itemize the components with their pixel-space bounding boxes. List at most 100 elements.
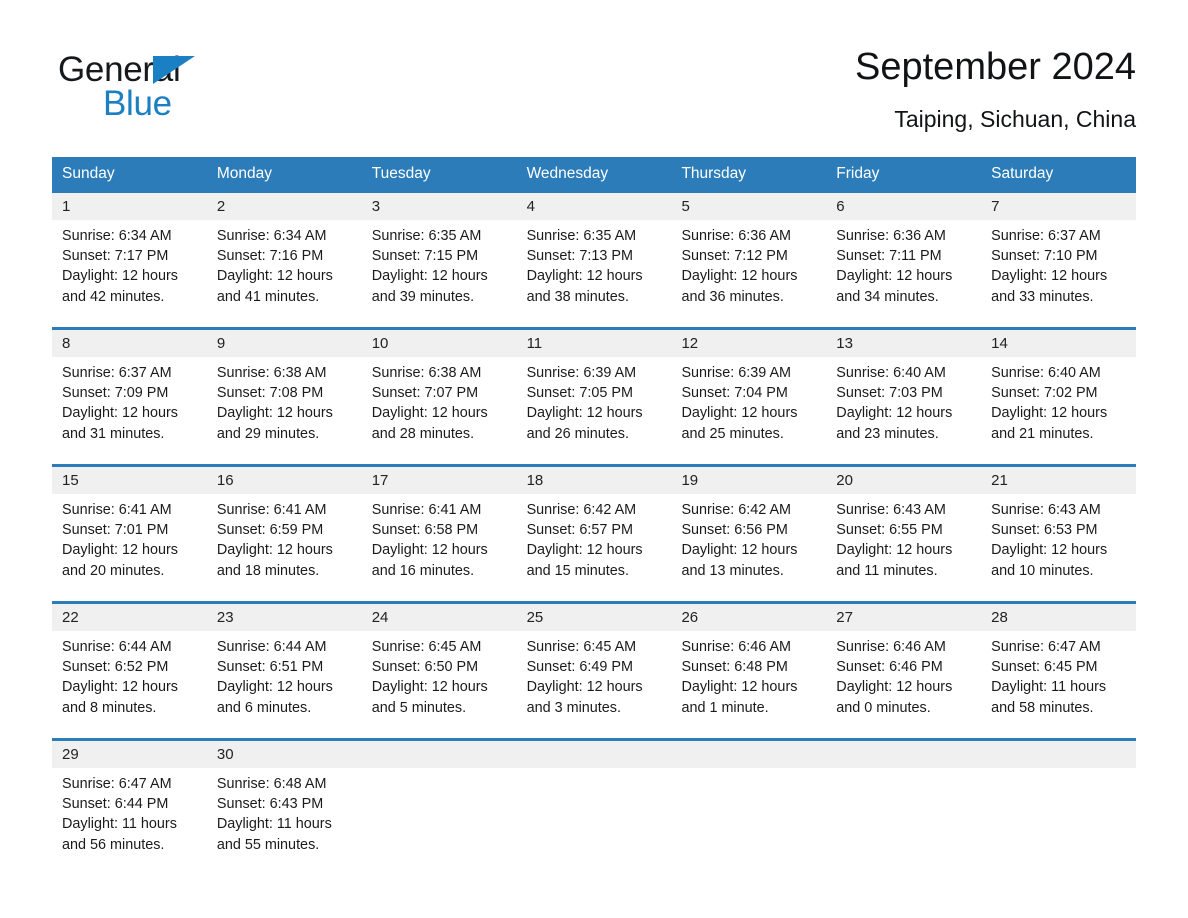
sunset-text: Sunset: 7:11 PM — [836, 248, 942, 265]
week-day-numbers: 22 23 24 25 26 27 28 — [52, 604, 1136, 631]
calendar-week-row: 29 30 Sunrise: 6:47 AM Sunset: 6:44 PM D… — [52, 738, 1136, 868]
sunrise-text: Sunrise: 6:40 AM — [836, 365, 946, 381]
daylight-text: Daylight: 12 hours and 23 minutes. — [836, 405, 953, 442]
day-cell: Sunrise: 6:42 AM Sunset: 6:56 PM Dayligh… — [671, 494, 826, 601]
day-number[interactable]: 16 — [207, 467, 362, 494]
day-number[interactable]: 27 — [826, 604, 981, 631]
day-number[interactable]: 23 — [207, 604, 362, 631]
day-number[interactable]: 21 — [981, 467, 1136, 494]
daylight-text: Daylight: 12 hours and 16 minutes. — [371, 542, 488, 579]
day-number[interactable]: 17 — [362, 467, 517, 494]
daylight-text: Daylight: 12 hours and 42 minutes. — [62, 268, 178, 305]
day-cell: Sunrise: 6:48 AM Sunset: 6:43 PM Dayligh… — [207, 768, 362, 868]
daylight-text: Daylight: 12 hours and 5 minutes. — [371, 679, 488, 716]
week-day-numbers: 1 2 3 4 5 6 7 — [52, 193, 1136, 220]
day-cell: Sunrise: 6:41 AM Sunset: 7:01 PM Dayligh… — [52, 494, 207, 601]
day-number[interactable]: 11 — [517, 330, 672, 357]
day-cell: Sunrise: 6:36 AM Sunset: 7:11 PM Dayligh… — [826, 220, 981, 327]
day-number[interactable]: 7 — [981, 193, 1136, 220]
sunset-text: Sunset: 6:56 PM — [681, 522, 788, 539]
day-number[interactable]: 24 — [362, 604, 517, 631]
daylight-text: Daylight: 12 hours and 20 minutes. — [62, 542, 178, 579]
day-number[interactable]: 12 — [671, 330, 826, 357]
daylight-text: Daylight: 12 hours and 28 minutes. — [371, 405, 488, 442]
day-number[interactable]: 28 — [981, 604, 1136, 631]
sunset-text: Sunset: 7:05 PM — [526, 385, 633, 402]
daylight-text: Daylight: 12 hours and 26 minutes. — [526, 405, 643, 442]
day-number[interactable]: 4 — [517, 193, 672, 220]
day-number[interactable]: 6 — [826, 193, 981, 220]
weekday-header-wednesday: Wednesday — [526, 165, 609, 182]
day-number-empty — [981, 741, 1136, 768]
day-number[interactable]: 18 — [517, 467, 672, 494]
daylight-text: Daylight: 12 hours and 36 minutes. — [681, 268, 798, 305]
logo-triangle-icon — [153, 56, 195, 84]
day-number[interactable]: 8 — [52, 330, 207, 357]
day-cell: Sunrise: 6:38 AM Sunset: 7:08 PM Dayligh… — [207, 357, 362, 464]
daylight-text: Daylight: 12 hours and 29 minutes. — [216, 405, 333, 442]
sunrise-text: Sunrise: 6:41 AM — [371, 502, 482, 518]
page-title: September 2024 — [855, 46, 1136, 88]
daylight-text: Daylight: 12 hours and 8 minutes. — [62, 679, 178, 716]
day-cell-empty — [981, 768, 1136, 868]
day-number[interactable]: 20 — [826, 467, 981, 494]
day-number[interactable]: 19 — [671, 467, 826, 494]
sunset-text: Sunset: 6:45 PM — [991, 659, 1098, 676]
day-number[interactable]: 10 — [362, 330, 517, 357]
day-cell: Sunrise: 6:41 AM Sunset: 6:58 PM Dayligh… — [362, 494, 517, 601]
sunset-text: Sunset: 7:07 PM — [371, 385, 479, 402]
weekday-header-row: Sunday Monday Tuesday Wednesday Thursday… — [52, 157, 1136, 190]
day-number-empty — [362, 741, 517, 768]
daylight-text: Daylight: 12 hours and 41 minutes. — [216, 268, 333, 305]
sunrise-text: Sunrise: 6:47 AM — [62, 776, 172, 792]
daylight-text: Daylight: 12 hours and 15 minutes. — [526, 542, 643, 579]
page-header: General Blue September 2024 Taiping, Sic… — [0, 0, 1188, 132]
sunrise-text: Sunrise: 6:38 AM — [216, 365, 327, 381]
daylight-text: Daylight: 11 hours and 56 minutes. — [62, 816, 177, 853]
day-number[interactable]: 1 — [52, 193, 207, 220]
day-number[interactable]: 13 — [826, 330, 981, 357]
day-number[interactable]: 30 — [207, 741, 362, 768]
sunset-text: Sunset: 6:58 PM — [371, 522, 479, 539]
sunrise-text: Sunrise: 6:41 AM — [216, 502, 327, 518]
sunset-text: Sunset: 7:16 PM — [216, 248, 324, 265]
day-cell: Sunrise: 6:39 AM Sunset: 7:04 PM Dayligh… — [671, 357, 826, 464]
sunrise-text: Sunrise: 6:44 AM — [216, 639, 327, 655]
day-number[interactable]: 5 — [671, 193, 826, 220]
sunrise-text: Sunrise: 6:44 AM — [62, 639, 172, 655]
daylight-text: Daylight: 12 hours and 0 minutes. — [836, 679, 953, 716]
day-cell: Sunrise: 6:37 AM Sunset: 7:10 PM Dayligh… — [981, 220, 1136, 327]
day-number[interactable]: 29 — [52, 741, 207, 768]
sunrise-text: Sunrise: 6:37 AM — [62, 365, 172, 381]
sunrise-text: Sunrise: 6:47 AM — [991, 639, 1101, 655]
sunset-text: Sunset: 6:55 PM — [836, 522, 943, 539]
daylight-text: Daylight: 12 hours and 34 minutes. — [836, 268, 953, 305]
day-number[interactable]: 2 — [207, 193, 362, 220]
day-cell: Sunrise: 6:47 AM Sunset: 6:45 PM Dayligh… — [981, 631, 1136, 738]
sunrise-text: Sunrise: 6:36 AM — [836, 228, 946, 244]
sunset-text: Sunset: 7:17 PM — [62, 248, 169, 265]
day-cell: Sunrise: 6:38 AM Sunset: 7:07 PM Dayligh… — [362, 357, 517, 464]
day-number[interactable]: 15 — [52, 467, 207, 494]
week-day-details: Sunrise: 6:37 AM Sunset: 7:09 PM Dayligh… — [52, 357, 1136, 464]
day-number[interactable]: 9 — [207, 330, 362, 357]
sunset-text: Sunset: 7:01 PM — [62, 522, 169, 539]
weekday-header-thursday: Thursday — [681, 165, 747, 182]
day-number[interactable]: 22 — [52, 604, 207, 631]
daylight-text: Daylight: 12 hours and 6 minutes. — [216, 679, 333, 716]
daylight-text: Daylight: 12 hours and 25 minutes. — [681, 405, 798, 442]
sunrise-text: Sunrise: 6:37 AM — [991, 228, 1101, 244]
general-blue-logo[interactable]: General Blue — [58, 52, 378, 122]
day-cell: Sunrise: 6:40 AM Sunset: 7:02 PM Dayligh… — [981, 357, 1136, 464]
sunset-text: Sunset: 6:59 PM — [216, 522, 324, 539]
day-number[interactable]: 3 — [362, 193, 517, 220]
day-number[interactable]: 26 — [671, 604, 826, 631]
day-number[interactable]: 25 — [517, 604, 672, 631]
day-cell: Sunrise: 6:39 AM Sunset: 7:05 PM Dayligh… — [517, 357, 672, 464]
calendar-table: Sunday Monday Tuesday Wednesday Thursday… — [52, 157, 1136, 868]
sunset-text: Sunset: 7:02 PM — [991, 385, 1098, 402]
day-number[interactable]: 14 — [981, 330, 1136, 357]
day-number-empty — [671, 741, 826, 768]
daylight-text: Daylight: 12 hours and 31 minutes. — [62, 405, 178, 442]
sunset-text: Sunset: 6:44 PM — [62, 796, 169, 813]
